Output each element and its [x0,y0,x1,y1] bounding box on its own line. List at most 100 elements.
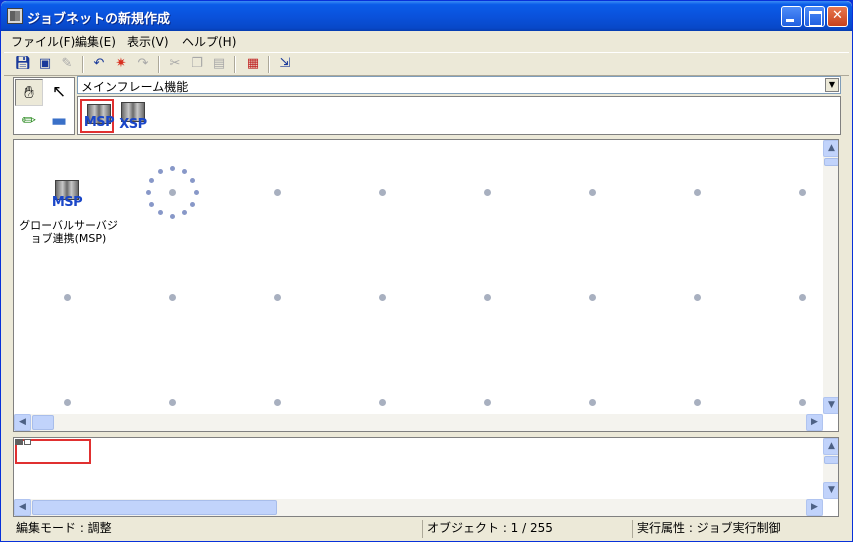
drop-target-marker [145,189,151,195]
toolbar-separator [268,56,270,73]
redraw-icon[interactable]: ✷ [112,55,130,73]
toolbar-separator [158,56,160,73]
chevron-down-icon[interactable]: ▼ [825,78,839,92]
overview-node-marker [24,439,31,445]
toolbar-separator [82,56,84,73]
save-as-icon[interactable]: ▣ [36,55,54,73]
drop-target-marker [169,165,175,171]
grid-slot-dot[interactable] [273,188,281,196]
status-edit-mode: 編集モード : 調整 [16,521,112,535]
scroll-up-button[interactable]: ▲ [823,140,838,157]
canvas-horizontal-scrollbar[interactable]: ◀ ▶ [14,414,823,431]
copy-icon[interactable]: ❐ [188,55,206,73]
brush-icon[interactable]: ✎ [58,55,76,73]
pencil-tool-icon[interactable]: ✏︎ [15,108,43,135]
canvas-node-msp[interactable]: MSP [50,180,84,210]
scroll-right-button[interactable]: ▶ [806,414,823,431]
component-xsp[interactable]: XSP [116,99,150,133]
scroll-left-button[interactable]: ◀ [14,499,31,516]
close-button[interactable]: ✕ [827,6,848,27]
grid-slot-dot[interactable] [378,398,386,406]
grid-slot-dot[interactable] [378,293,386,301]
grid-slot-dot[interactable] [693,293,701,301]
cut-icon[interactable]: ✂ [166,55,184,73]
canvas-vertical-scrollbar[interactable]: ▲ ▼ [823,140,838,414]
overview-vertical-scrollbar[interactable]: ▲ ▼ [823,438,838,499]
category-select[interactable]: メインフレーム機能 ▼ [77,76,841,94]
grid-slot-dot[interactable] [168,398,176,406]
menu-file[interactable]: ファイル(F) [11,33,75,50]
drop-target-marker [193,189,199,195]
title-bar[interactable]: ジョブネットの新規作成 ✕ [1,1,852,31]
app-icon[interactable] [7,8,23,24]
scroll-right-button[interactable]: ▶ [806,499,823,516]
overview-horizontal-scrollbar[interactable]: ◀ ▶ [14,499,823,516]
drop-target-marker [181,210,187,216]
window-title: ジョブネットの新規作成 [27,12,171,27]
grid-slot-dot[interactable] [798,293,806,301]
node-icon-label: MSP [51,195,83,210]
select-tool-icon[interactable]: ↖ [45,79,73,106]
scroll-thumb[interactable] [32,500,277,515]
grid-slot-dot[interactable] [273,293,281,301]
component-label: XSP [119,117,147,132]
hand-tool-icon[interactable]: ✋︎ [15,79,43,106]
component-panel: MSP XSP [77,96,841,135]
export-icon[interactable]: ⇲ [276,55,294,73]
menu-view[interactable]: 表示(V) [127,33,169,50]
drop-target-marker [157,210,163,216]
grid-slot-dot[interactable] [168,188,176,196]
maximize-button[interactable] [804,6,825,27]
undo-icon[interactable]: ↶ [90,55,108,73]
scroll-down-button[interactable]: ▼ [823,397,838,414]
grid-slot-dot[interactable] [693,188,701,196]
grid-slot-dot[interactable] [798,188,806,196]
status-bar: 編集モード : 調整 オブジェクト : 1 / 255 実行属性 : ジョブ実行… [4,519,849,539]
save-icon[interactable]: 💾︎ [14,55,32,73]
grid-slot-dot[interactable] [588,293,596,301]
drop-target-marker [157,168,163,174]
drop-target-marker [190,177,196,183]
drop-target-marker [148,177,154,183]
scroll-thumb[interactable] [32,415,54,430]
grid-slot-dot[interactable] [273,398,281,406]
app-window: ジョブネットの新規作成 ✕ ファイル(F) 編集(E) 表示(V) ヘルプ(H)… [0,0,853,542]
component-msp[interactable]: MSP [80,99,115,133]
grid-slot-dot[interactable] [588,398,596,406]
drop-target-marker [148,201,154,207]
tool-palette: ✋︎ ↖ ✏︎ ▬ [13,77,75,135]
scroll-thumb[interactable] [824,456,838,464]
drop-target-marker [190,201,196,207]
drop-target-marker [169,213,175,219]
paste-icon[interactable]: ▤ [210,55,228,73]
status-execution-attribute: 実行属性 : ジョブ実行制御 [632,520,842,538]
scroll-down-button[interactable]: ▼ [823,482,838,499]
toolbar-separator [234,56,236,73]
scroll-left-button[interactable]: ◀ [14,414,31,431]
eraser-tool-icon[interactable]: ▬ [45,108,73,135]
grid-slot-dot[interactable] [378,188,386,196]
grid-slot-dot[interactable] [63,398,71,406]
grid-slot-dot[interactable] [168,293,176,301]
overview-node-marker [15,439,23,445]
grid-slot-dot[interactable] [798,398,806,406]
minimize-button[interactable] [781,6,802,27]
category-select-value: メインフレーム機能 [81,80,189,94]
grid-slot-dot[interactable] [588,188,596,196]
overview-pane[interactable]: ▲ ▼ ◀ ▶ [13,437,839,517]
redo-icon[interactable]: ↷ [134,55,152,73]
menu-help[interactable]: ヘルプ(H) [182,33,236,50]
scroll-thumb[interactable] [824,158,838,166]
scroll-up-button[interactable]: ▲ [823,438,838,455]
menu-edit[interactable]: 編集(E) [75,33,116,50]
toolbar: 💾︎ ▣ ✎ ↶ ✷ ↷ ✂ ❐ ▤ ▦ ⇲ [4,52,849,76]
grid-slot-dot[interactable] [483,398,491,406]
canvas-node-label: グローバルサーバジョブ連携(MSP) [19,219,118,245]
jobnet-canvas[interactable]: MSP グローバルサーバジョブ連携(MSP) ▲ ▼ ◀ ▶ [13,139,839,432]
calendar-icon[interactable]: ▦ [244,55,262,73]
grid-slot-dot[interactable] [693,398,701,406]
grid-slot-dot[interactable] [483,188,491,196]
drop-target-marker [181,168,187,174]
grid-slot-dot[interactable] [483,293,491,301]
grid-slot-dot[interactable] [63,293,71,301]
